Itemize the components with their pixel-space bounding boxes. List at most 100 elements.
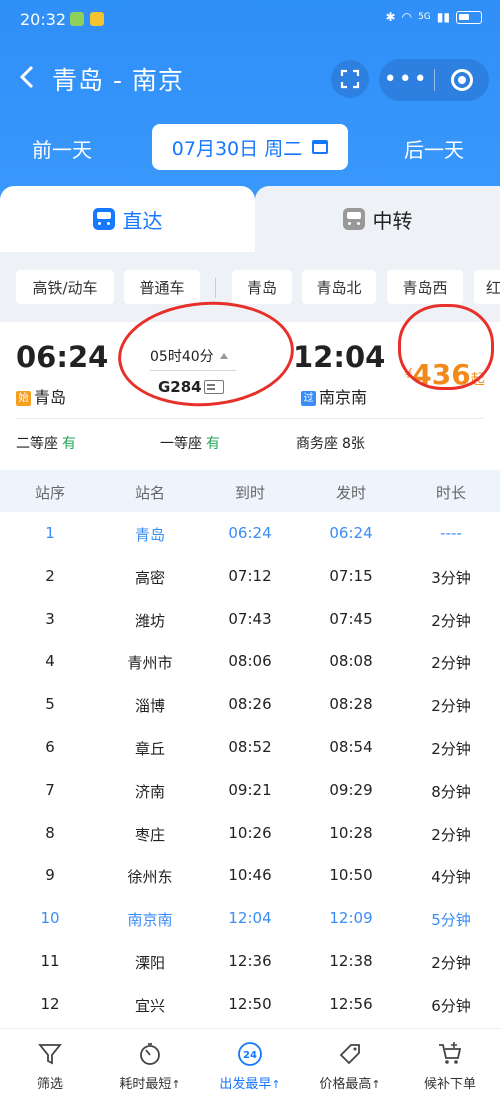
tab-transfer[interactable]: 中转 (255, 186, 500, 252)
train-icon (92, 208, 115, 230)
train-card[interactable]: 06:24 始青岛 05时40分 G284 12:04 过南京南 ¥436起 二… (0, 322, 500, 462)
filter-icon (38, 1044, 62, 1065)
table-row: 12 宜兴 12:50 12:56 6分钟 (0, 983, 500, 1026)
stops-table-header: 站序 站名 到时 发时 时长 (0, 470, 500, 512)
table-cell-stay: 2分钟 (431, 825, 471, 844)
table-cell-station: 南京南 (127, 911, 173, 930)
table-row: 7 济南 09:21 09:29 8分钟 (0, 769, 500, 812)
sort-shortest-button[interactable]: 耗时最短↑ (100, 1041, 200, 1092)
table-cell-arrive: 08:06 (228, 652, 272, 671)
train-icon (342, 208, 365, 230)
table-cell-stay: 3分钟 (431, 568, 471, 587)
passing-station-tag: 过 (301, 391, 316, 406)
filter-button[interactable]: 筛选 (0, 1041, 100, 1092)
table-cell-station: 宜兴 (134, 996, 166, 1015)
seat-first-class: 一等座有 (160, 436, 220, 452)
table-cell-seq: 1 (45, 524, 55, 542)
table-cell-arrive: 10:46 (228, 866, 272, 885)
table-cell-arrive: 12:50 (228, 994, 272, 1013)
cart-plus-icon (439, 1042, 462, 1064)
waitlist-order-button[interactable]: 候补下单 (400, 1041, 500, 1092)
table-cell-station: 济南 (134, 782, 166, 801)
table-cell-arrive: 08:52 (228, 737, 272, 756)
table-row: 3 潍坊 07:43 07:45 2分钟 (0, 598, 500, 641)
date-label: 07月30日 周二 (171, 137, 303, 160)
stops-table: 1 青岛 06:24 06:24 ---- 2 高密 07:12 07:15 3分钟 3 潍坊 07:4… (0, 512, 500, 1026)
close-mini-program-icon[interactable] (434, 69, 489, 91)
table-cell-seq: 6 (45, 737, 55, 756)
table-cell-seq: 4 (45, 652, 55, 671)
ticket-info-icon[interactable] (204, 380, 224, 394)
table-cell-station: 溧阳 (134, 953, 166, 972)
table-cell-depart: 12:56 (329, 994, 373, 1013)
table-row: 9 徐州东 10:46 10:50 4分钟 (0, 854, 500, 897)
table-cell-stay: 2分钟 (431, 953, 471, 972)
trip-duration[interactable]: 05时40分 (150, 346, 228, 366)
column-header: 到时 (234, 484, 266, 502)
table-cell-arrive: 08:26 (228, 695, 272, 714)
table-cell-station: 青州市 (127, 654, 173, 673)
filter-chip-more[interactable]: 红 (474, 270, 500, 304)
signal-icon: ▮▮ (436, 10, 450, 24)
table-cell-arrive: 12:04 (228, 909, 272, 928)
table-cell-station: 章丘 (134, 739, 166, 758)
filter-chips: 高铁/动车 普通车 青岛 青岛北 青岛西 红 (0, 252, 500, 322)
calendar-icon (312, 140, 329, 154)
table-cell-depart: 08:54 (329, 737, 373, 756)
table-cell-stay: 2分钟 (431, 611, 471, 630)
table-row: 6 章丘 08:52 08:54 2分钟 (0, 726, 500, 769)
back-arrow-icon[interactable] (14, 62, 44, 92)
more-icon[interactable]: ••• (379, 59, 434, 101)
sort-price-button[interactable]: 价格最高↑ (300, 1041, 400, 1092)
table-cell-depart: 12:09 (329, 909, 373, 928)
wifi-icon: ◠ (401, 10, 413, 24)
route-type-tabs: 中转 直达 (0, 186, 500, 252)
table-row: 11 溧阳 12:36 12:38 2分钟 (0, 940, 500, 983)
filter-chip-qingdao[interactable]: 青岛 (232, 270, 292, 304)
prev-day-button[interactable]: 前一天 (32, 134, 92, 163)
table-cell-arrive: 06:24 (228, 524, 272, 542)
date-picker[interactable]: 07月30日 周二 (152, 124, 348, 170)
table-cell-arrive: 12:36 (228, 951, 272, 970)
table-cell-stay: 2分钟 (431, 697, 471, 716)
filter-chip-qingdao-north[interactable]: 青岛北 (302, 270, 376, 304)
start-station-tag: 始 (16, 391, 31, 406)
table-cell-seq: 11 (40, 951, 60, 970)
table-cell-station: 高密 (134, 568, 166, 587)
price: ¥436起 (404, 358, 485, 391)
filter-chip-normal[interactable]: 普通车 (124, 270, 200, 304)
mini-program-capsule: ••• (379, 59, 489, 101)
table-cell-station: 潍坊 (134, 611, 166, 630)
filter-chip-qingdao-west[interactable]: 青岛西 (387, 270, 463, 304)
table-cell-station: 青岛 (134, 526, 166, 544)
stopwatch-icon (140, 1043, 160, 1065)
column-header: 站序 (34, 484, 66, 502)
notification-app-icon (70, 12, 84, 26)
table-cell-depart: 07:45 (329, 609, 373, 628)
table-cell-station: 枣庄 (134, 825, 166, 844)
column-header: 时长 (435, 484, 467, 502)
table-cell-arrive: 10:26 (228, 823, 272, 842)
expand-triangle-icon (219, 353, 228, 359)
next-day-button[interactable]: 后一天 (404, 134, 464, 163)
page-title: 青岛 - 南京 (52, 66, 184, 95)
table-cell-depart: 09:29 (329, 780, 373, 799)
departure-time: 06:24 (16, 340, 109, 374)
table-cell-seq: 3 (45, 609, 55, 628)
sort-earliest-button[interactable]: 24 出发最早↑ (200, 1041, 300, 1092)
battery-icon (456, 10, 482, 24)
column-header: 发时 (335, 484, 367, 502)
column-header: 站名 (134, 484, 166, 502)
filter-chip-high-speed[interactable]: 高铁/动车 (16, 270, 114, 304)
table-cell-depart: 08:28 (329, 695, 373, 714)
table-cell-arrive: 07:12 (228, 566, 272, 585)
table-cell-stay: 2分钟 (431, 739, 471, 758)
bluetooth-icon: ✱ (385, 10, 396, 24)
arrival-station: 过南京南 (301, 384, 367, 408)
table-row: 2 高密 07:12 07:15 3分钟 (0, 555, 500, 598)
table-row: 5 淄博 08:26 08:28 2分钟 (0, 683, 500, 726)
table-cell-seq: 8 (45, 823, 55, 842)
table-row: 1 青岛 06:24 06:24 ---- (0, 512, 500, 555)
scan-icon[interactable] (331, 60, 369, 98)
tab-direct[interactable]: 直达 (0, 186, 255, 252)
